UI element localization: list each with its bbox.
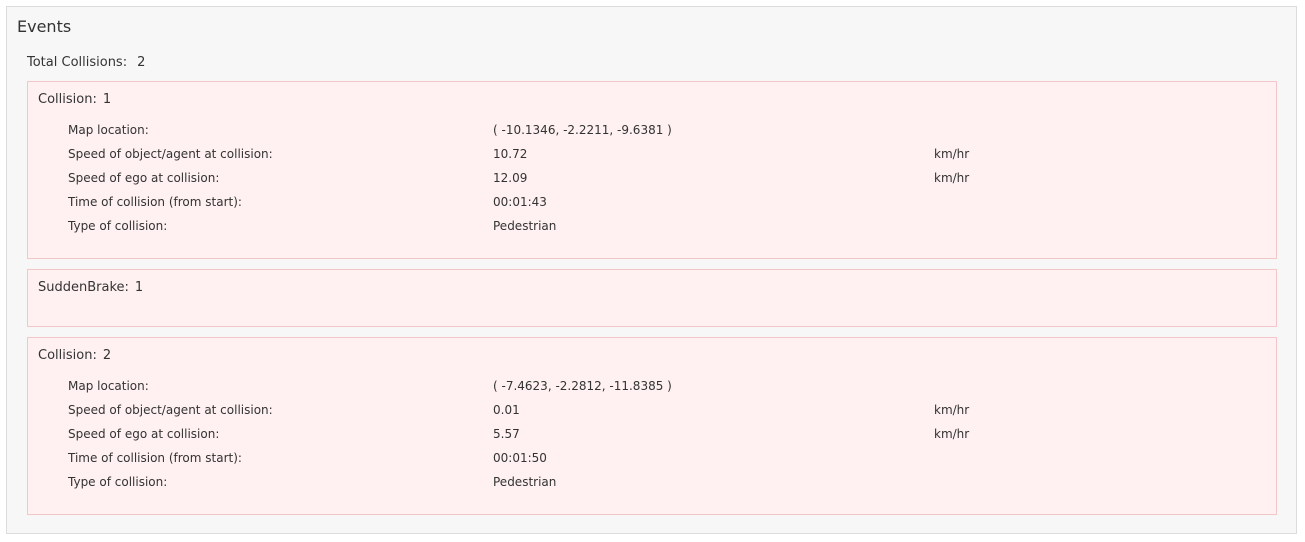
event-name: Collision: bbox=[38, 92, 97, 107]
panel-title: Events bbox=[17, 17, 72, 36]
detail-label: Map location: bbox=[68, 123, 149, 137]
detail-unit: km/hr bbox=[934, 171, 970, 185]
detail-row-collision-time: Time of collision (from start): 00:01:43 bbox=[68, 195, 1268, 213]
detail-row-ego-speed: Speed of ego at collision: 12.09 km/hr bbox=[68, 171, 1268, 189]
detail-value: Pedestrian bbox=[493, 475, 557, 489]
detail-label: Speed of ego at collision: bbox=[68, 171, 220, 185]
event-index: 1 bbox=[102, 92, 112, 107]
detail-value: Pedestrian bbox=[493, 219, 557, 233]
event-header: Collision: 2 bbox=[38, 348, 111, 363]
detail-label: Speed of object/agent at collision: bbox=[68, 403, 273, 417]
event-name: SuddenBrake: bbox=[38, 280, 129, 295]
detail-value: ( -10.1346, -2.2211, -9.6381 ) bbox=[493, 123, 672, 137]
detail-value: ( -7.4623, -2.2812, -11.8385 ) bbox=[493, 379, 672, 393]
detail-row-collision-type: Type of collision: Pedestrian bbox=[68, 475, 1268, 493]
detail-label: Time of collision (from start): bbox=[68, 451, 242, 465]
detail-label: Speed of object/agent at collision: bbox=[68, 147, 273, 161]
events-panel: Events Total Collisions: 2 Collision: 1 Ma… bbox=[6, 6, 1297, 534]
detail-row-object-speed: Speed of object/agent at collision: 10.7… bbox=[68, 147, 1268, 165]
detail-label: Map location: bbox=[68, 379, 149, 393]
detail-label: Time of collision (from start): bbox=[68, 195, 242, 209]
detail-value: 12.09 bbox=[493, 171, 528, 185]
detail-label: Speed of ego at collision: bbox=[68, 427, 220, 441]
detail-unit: km/hr bbox=[934, 427, 970, 441]
detail-label: Type of collision: bbox=[68, 475, 168, 489]
event-card-collision-2: Collision: 2 Map location: ( -7.4623, -2.… bbox=[27, 337, 1277, 515]
total-collisions: Total Collisions: 2 bbox=[27, 55, 145, 70]
event-header: SuddenBrake: 1 bbox=[38, 280, 143, 295]
detail-value: 10.72 bbox=[493, 147, 528, 161]
detail-unit: km/hr bbox=[934, 403, 970, 417]
total-collisions-label: Total Collisions: bbox=[27, 55, 128, 70]
event-card-collision-1: Collision: 1 Map location: ( -10.1346, -2… bbox=[27, 81, 1277, 259]
detail-row-ego-speed: Speed of ego at collision: 5.57 km/hr bbox=[68, 427, 1268, 445]
detail-value: 00:01:43 bbox=[493, 195, 547, 209]
total-collisions-value: 2 bbox=[137, 55, 146, 70]
event-index: 2 bbox=[102, 348, 112, 363]
event-name: Collision: bbox=[38, 348, 97, 363]
detail-unit: km/hr bbox=[934, 147, 970, 161]
detail-row-collision-type: Type of collision: Pedestrian bbox=[68, 219, 1268, 237]
detail-value: 5.57 bbox=[493, 427, 520, 441]
event-index: 1 bbox=[134, 280, 144, 295]
event-card-suddenbrake-1: SuddenBrake: 1 bbox=[27, 269, 1277, 327]
detail-row-map-location: Map location: ( -7.4623, -2.2812, -11.83… bbox=[68, 379, 1268, 397]
detail-row-object-speed: Speed of object/agent at collision: 0.01… bbox=[68, 403, 1268, 421]
detail-row-collision-time: Time of collision (from start): 00:01:50 bbox=[68, 451, 1268, 469]
detail-row-map-location: Map location: ( -10.1346, -2.2211, -9.63… bbox=[68, 123, 1268, 141]
event-header: Collision: 1 bbox=[38, 92, 111, 107]
detail-label: Type of collision: bbox=[68, 219, 168, 233]
detail-value: 0.01 bbox=[493, 403, 520, 417]
detail-value: 00:01:50 bbox=[493, 451, 547, 465]
